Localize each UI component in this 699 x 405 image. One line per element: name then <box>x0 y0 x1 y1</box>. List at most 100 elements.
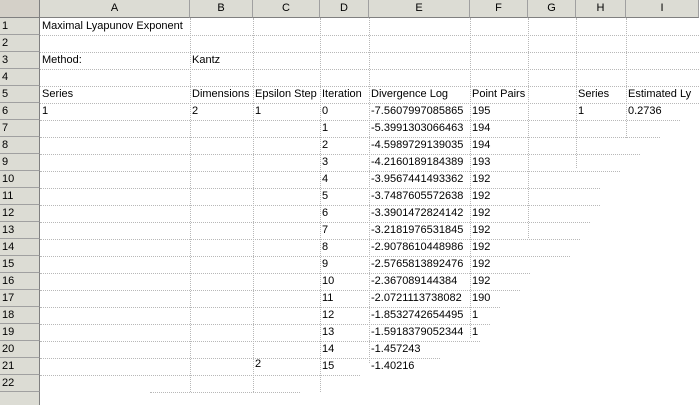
cell-point-pairs[interactable]: 194 <box>470 137 528 154</box>
column-header-b[interactable]: B <box>190 0 253 18</box>
column-header-g[interactable]: G <box>528 0 576 18</box>
row-header-6[interactable]: 6 <box>0 103 40 120</box>
column-header-f[interactable]: F <box>470 0 528 18</box>
cell-row22-epsilon[interactable]: 2 <box>253 356 320 373</box>
cell-divergence[interactable]: -2.0721113738082 <box>369 290 470 307</box>
cell-point-pairs[interactable]: 192 <box>470 205 528 222</box>
cell-point-pairs[interactable]: 192 <box>470 188 528 205</box>
cell-divergence[interactable]: -1.457243 <box>369 341 470 358</box>
header-epsilon-step[interactable]: Epsilon Step <box>253 86 320 103</box>
cell-dimensions[interactable]: 2 <box>190 103 253 120</box>
cell-point-pairs[interactable]: 195 <box>470 103 528 120</box>
row-header-1[interactable]: 1 <box>0 18 40 35</box>
cell-iteration[interactable]: 5 <box>320 188 369 205</box>
row-header-16[interactable]: 16 <box>0 273 40 290</box>
cell-divergence[interactable]: -1.8532742654495 <box>369 307 470 324</box>
column-header-c[interactable]: C <box>253 0 320 18</box>
header-estimated[interactable]: Estimated Ly <box>626 86 699 103</box>
cell-iteration[interactable]: 9 <box>320 256 369 273</box>
column-header-a[interactable]: A <box>40 0 190 18</box>
cell-divergence[interactable]: -1.40216 <box>369 358 470 375</box>
row-header-18[interactable]: 18 <box>0 307 40 324</box>
column-header-e[interactable]: E <box>369 0 470 18</box>
cell-iteration[interactable]: 8 <box>320 239 369 256</box>
cell-iteration[interactable]: 7 <box>320 222 369 239</box>
cell-estimated[interactable]: 0.2736 <box>626 103 699 120</box>
cell-series-2[interactable]: 1 <box>576 103 626 120</box>
method-value[interactable]: Kantz <box>190 52 253 69</box>
header-series-2[interactable]: Series <box>576 86 626 103</box>
cell-divergence[interactable]: -7.5607997085865 <box>369 103 470 120</box>
cell-series[interactable]: 1 <box>40 103 190 120</box>
cell-point-pairs[interactable]: 1 <box>470 307 528 324</box>
row-header-11[interactable]: 11 <box>0 188 40 205</box>
spreadsheet: A B C D E F G H I 1 2 3 4 5 6 7 8 9 10 1… <box>0 0 699 405</box>
header-divergence-log[interactable]: Divergence Log <box>369 86 470 103</box>
header-iteration[interactable]: Iteration <box>320 86 369 103</box>
cell-iteration[interactable]: 6 <box>320 205 369 222</box>
cell-iteration[interactable]: 4 <box>320 171 369 188</box>
select-all-corner[interactable] <box>0 0 40 18</box>
row-header-13[interactable]: 13 <box>0 222 40 239</box>
cell-divergence[interactable]: -3.2181976531845 <box>369 222 470 239</box>
cell-point-pairs[interactable]: 1 <box>470 324 528 341</box>
row-header-7[interactable]: 7 <box>0 120 40 137</box>
row-header-12[interactable]: 12 <box>0 205 40 222</box>
cell-point-pairs[interactable]: 192 <box>470 222 528 239</box>
row-header-9[interactable]: 9 <box>0 154 40 171</box>
gridline <box>40 69 699 70</box>
cell-iteration[interactable]: 14 <box>320 341 369 358</box>
row-header-19[interactable]: 19 <box>0 324 40 341</box>
cell-point-pairs[interactable]: 192 <box>470 273 528 290</box>
column-header-i[interactable]: I <box>626 0 699 18</box>
column-header-d[interactable]: D <box>320 0 369 18</box>
cell-divergence[interactable]: -3.9567441493362 <box>369 171 470 188</box>
cell-epsilon-step[interactable]: 1 <box>253 103 320 120</box>
cell-point-pairs[interactable]: 194 <box>470 120 528 137</box>
cell-divergence[interactable]: -3.7487605572638 <box>369 188 470 205</box>
cell-iteration[interactable]: 0 <box>320 103 369 120</box>
header-dimensions[interactable]: Dimensions <box>190 86 253 103</box>
cell-divergence[interactable]: -2.9078610448986 <box>369 239 470 256</box>
cell-divergence[interactable]: -2.367089144384 <box>369 273 470 290</box>
cell-point-pairs[interactable]: 192 <box>470 256 528 273</box>
cell-divergence[interactable]: -4.2160189184389 <box>369 154 470 171</box>
cell-iteration[interactable]: 2 <box>320 137 369 154</box>
gridline <box>40 35 699 36</box>
cell-divergence[interactable]: -5.3991303066463 <box>369 120 470 137</box>
cell-iteration[interactable]: 1 <box>320 120 369 137</box>
row-header-5[interactable]: 5 <box>0 86 40 103</box>
header-point-pairs[interactable]: Point Pairs <box>470 86 528 103</box>
cell-divergence[interactable]: -1.5918379052344 <box>369 324 470 341</box>
cell-point-pairs[interactable]: 190 <box>470 290 528 307</box>
method-label[interactable]: Method: <box>40 52 190 69</box>
row-header-8[interactable]: 8 <box>0 137 40 154</box>
cell-point-pairs[interactable] <box>470 341 528 358</box>
cell-iteration[interactable]: 11 <box>320 290 369 307</box>
row-header-21[interactable]: 21 <box>0 358 40 375</box>
cell-iteration[interactable]: 13 <box>320 324 369 341</box>
row-header-22[interactable]: 22 <box>0 375 40 392</box>
row-header-3[interactable]: 3 <box>0 52 40 69</box>
row-header-4[interactable]: 4 <box>0 69 40 86</box>
cell-divergence[interactable]: -2.5765813892476 <box>369 256 470 273</box>
cell-point-pairs[interactable]: 193 <box>470 154 528 171</box>
row-header-2[interactable]: 2 <box>0 35 40 52</box>
row-header-10[interactable]: 10 <box>0 171 40 188</box>
cell-point-pairs[interactable]: 192 <box>470 171 528 188</box>
cell-iteration[interactable]: 10 <box>320 273 369 290</box>
column-header-h[interactable]: H <box>576 0 626 18</box>
cell-divergence[interactable]: -3.3901472824142 <box>369 205 470 222</box>
cell-iteration[interactable]: 3 <box>320 154 369 171</box>
row-header-17[interactable]: 17 <box>0 290 40 307</box>
cell-iteration[interactable]: 15 <box>320 358 369 375</box>
header-series[interactable]: Series <box>40 86 190 103</box>
cell-divergence[interactable]: -4.5989729139035 <box>369 137 470 154</box>
cell-point-pairs[interactable]: 192 <box>470 239 528 256</box>
row-header-20[interactable]: 20 <box>0 341 40 358</box>
sheet-title[interactable]: Maximal Lyapunov Exponent <box>40 18 190 35</box>
row-header-15[interactable]: 15 <box>0 256 40 273</box>
cell-iteration[interactable]: 12 <box>320 307 369 324</box>
cell-point-pairs[interactable] <box>470 358 528 375</box>
row-header-14[interactable]: 14 <box>0 239 40 256</box>
